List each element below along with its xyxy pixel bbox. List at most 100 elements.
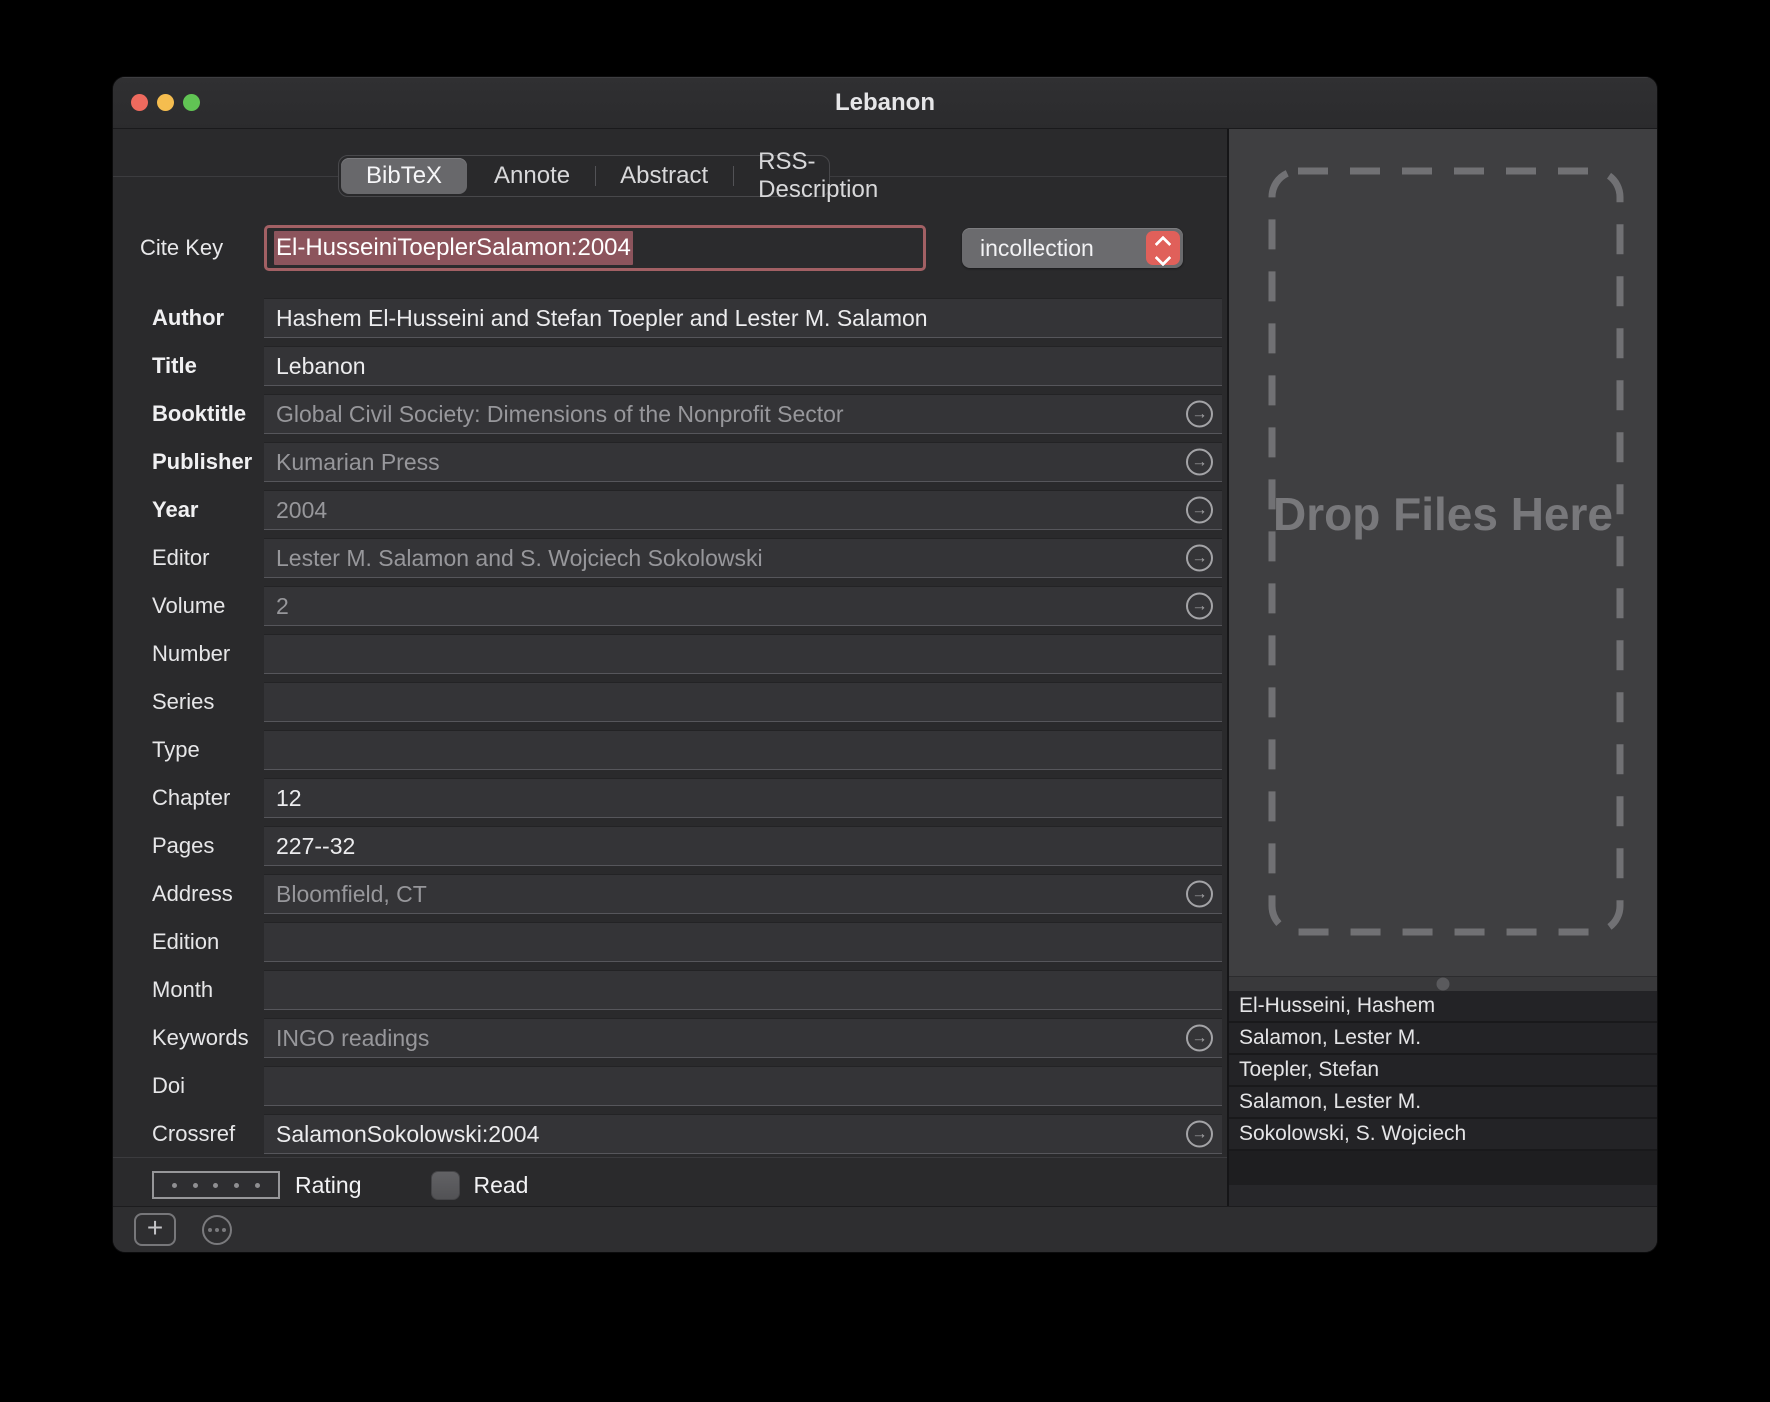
address-input[interactable]: Bloomfield, CT → — [264, 874, 1222, 914]
field-row-volume: Volume 2 → — [113, 582, 1227, 630]
field-label-number: Number — [113, 641, 264, 667]
cite-key-input[interactable]: El-HusseiniToeplerSalamon:2004 — [264, 225, 926, 271]
pulldown-stepper-icon — [1146, 231, 1180, 265]
author-list-item[interactable]: Salamon, Lester M. — [1229, 1023, 1657, 1055]
author-list-item[interactable]: El-Husseini, Hashem — [1229, 991, 1657, 1023]
add-field-button[interactable]: + — [134, 1213, 176, 1246]
pane-splitter[interactable] — [1229, 976, 1657, 991]
ellipsis-circle-icon — [202, 1215, 232, 1245]
read-checkbox[interactable] — [431, 1171, 460, 1200]
field-label-year: Year — [113, 497, 264, 523]
open-crossref-arrow-icon[interactable]: → — [1186, 881, 1213, 908]
author-list-item[interactable]: Sokolowski, S. Wojciech — [1229, 1119, 1657, 1151]
keywords-value: INGO readings — [276, 1025, 429, 1052]
field-label-keywords: Keywords — [113, 1025, 264, 1051]
field-label-type: Type — [113, 737, 264, 763]
cite-key-selected-text: El-HusseiniToeplerSalamon:2004 — [274, 231, 633, 265]
field-row-series: Series — [113, 678, 1227, 726]
series-input[interactable] — [264, 682, 1222, 722]
pages-input[interactable]: 227--32 — [264, 826, 1222, 866]
zoom-button[interactable] — [183, 94, 200, 111]
tab-annote[interactable]: Annote — [469, 156, 595, 196]
field-row-address: Address Bloomfield, CT → — [113, 870, 1227, 918]
open-crossref-arrow-icon[interactable]: → — [1186, 1121, 1213, 1148]
field-row-author: Author Hashem El-Husseini and Stefan Toe… — [113, 294, 1227, 342]
actions-button[interactable] — [196, 1213, 238, 1246]
month-input[interactable] — [264, 970, 1222, 1010]
traffic-lights — [131, 77, 200, 128]
field-row-booktitle: Booktitle Global Civil Society: Dimensio… — [113, 390, 1227, 438]
editor-input[interactable]: Lester M. Salamon and S. Wojciech Sokolo… — [264, 538, 1222, 578]
bottom-toolbar: + — [113, 1206, 1657, 1252]
field-row-pages: Pages 227--32 — [113, 822, 1227, 870]
field-label-month: Month — [113, 977, 264, 1003]
field-label-volume: Volume — [113, 593, 264, 619]
tab-abstract[interactable]: Abstract — [595, 156, 733, 196]
splitter-handle-icon[interactable] — [1437, 978, 1450, 991]
field-row-year: Year 2004 → — [113, 486, 1227, 534]
rating-label: Rating — [295, 1172, 361, 1199]
edition-input[interactable] — [264, 922, 1222, 962]
plus-icon: + — [147, 1212, 163, 1244]
type-input[interactable] — [264, 730, 1222, 770]
drop-zone-dashed-border — [1229, 129, 1657, 976]
entry-editor-window: Lebanon BibTeX Annote Abstract RSS-Descr… — [113, 77, 1657, 1252]
field-label-pages: Pages — [113, 833, 264, 859]
open-crossref-arrow-icon[interactable]: → — [1186, 401, 1213, 428]
open-crossref-arrow-icon[interactable]: → — [1186, 449, 1213, 476]
field-label-doi: Doi — [113, 1073, 264, 1099]
editor-value: Lester M. Salamon and S. Wojciech Sokolo… — [276, 545, 763, 572]
volume-input[interactable]: 2 → — [264, 586, 1222, 626]
field-row-crossref: Crossref SalamonSokolowski:2004 → — [113, 1110, 1227, 1158]
field-row-publisher: Publisher Kumarian Press → — [113, 438, 1227, 486]
field-label-booktitle: Booktitle — [113, 401, 264, 427]
title-bar[interactable]: Lebanon — [113, 77, 1657, 129]
file-drop-zone[interactable]: Drop Files Here — [1229, 129, 1657, 976]
pages-value: 227--32 — [276, 833, 355, 860]
title-input[interactable]: Lebanon — [264, 346, 1222, 386]
rating-control[interactable] — [152, 1171, 280, 1199]
open-crossref-arrow-icon[interactable]: → — [1186, 497, 1213, 524]
chapter-input[interactable]: 12 — [264, 778, 1222, 818]
field-label-edition: Edition — [113, 929, 264, 955]
field-row-type: Type — [113, 726, 1227, 774]
author-input[interactable]: Hashem El-Husseini and Stefan Toepler an… — [264, 298, 1222, 338]
author-value: Hashem El-Husseini and Stefan Toepler an… — [276, 305, 928, 332]
author-list-item[interactable]: Toepler, Stefan — [1229, 1055, 1657, 1087]
field-row-editor: Editor Lester M. Salamon and S. Wojciech… — [113, 534, 1227, 582]
cite-key-label: Cite Key — [113, 235, 264, 261]
year-value: 2004 — [276, 497, 327, 524]
number-input[interactable] — [264, 634, 1222, 674]
close-button[interactable] — [131, 94, 148, 111]
field-label-publisher: Publisher — [113, 449, 264, 475]
publisher-input[interactable]: Kumarian Press → — [264, 442, 1222, 482]
keywords-input[interactable]: INGO readings → — [264, 1018, 1222, 1058]
crossref-value: SalamonSokolowski:2004 — [276, 1121, 539, 1148]
field-row-month: Month — [113, 966, 1227, 1014]
tab-bibtex[interactable]: BibTeX — [341, 158, 467, 194]
tab-rss-description[interactable]: RSS-Description — [733, 156, 903, 196]
open-crossref-arrow-icon[interactable]: → — [1186, 545, 1213, 572]
minimize-button[interactable] — [157, 94, 174, 111]
tab-bar: BibTeX Annote Abstract RSS-Description — [113, 155, 1227, 197]
rating-dot — [172, 1183, 177, 1188]
list-footer-strip — [1229, 1185, 1657, 1207]
doi-input[interactable] — [264, 1066, 1222, 1106]
field-label-address: Address — [113, 881, 264, 907]
field-label-author: Author — [113, 305, 264, 331]
chapter-value: 12 — [276, 785, 302, 812]
crossref-input[interactable]: SalamonSokolowski:2004 → — [264, 1114, 1222, 1154]
open-crossref-arrow-icon[interactable]: → — [1186, 593, 1213, 620]
tab-group: BibTeX Annote Abstract RSS-Description — [338, 155, 830, 197]
entry-type-pulldown[interactable]: incollection — [962, 228, 1183, 268]
field-label-series: Series — [113, 689, 264, 715]
author-list-item[interactable]: Salamon, Lester M. — [1229, 1087, 1657, 1119]
window-title: Lebanon — [835, 89, 935, 117]
read-label: Read — [473, 1172, 528, 1199]
year-input[interactable]: 2004 → — [264, 490, 1222, 530]
address-value: Bloomfield, CT — [276, 881, 427, 908]
rating-dot — [193, 1183, 198, 1188]
booktitle-input[interactable]: Global Civil Society: Dimensions of the … — [264, 394, 1222, 434]
open-crossref-arrow-icon[interactable]: → — [1186, 1025, 1213, 1052]
field-row-number: Number — [113, 630, 1227, 678]
